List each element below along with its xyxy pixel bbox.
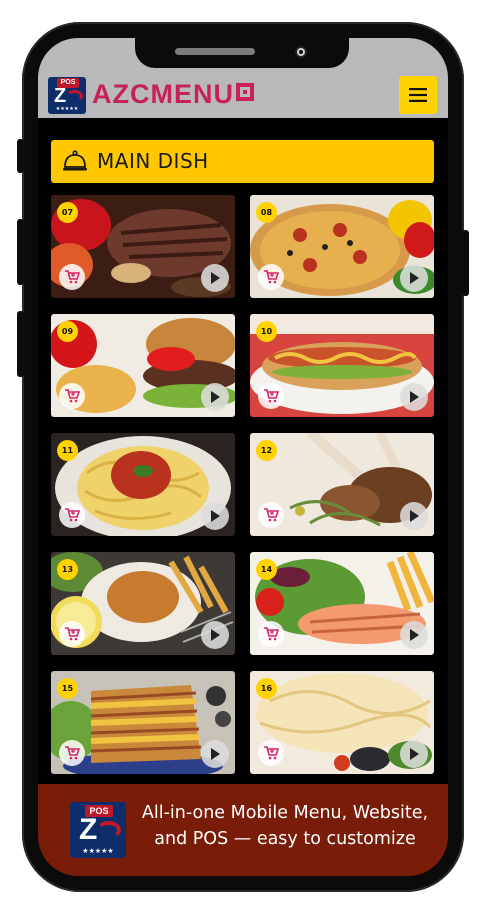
cart-icon xyxy=(263,508,279,522)
play-video-button[interactable] xyxy=(400,383,428,411)
promo-footer[interactable]: POS Z ★★★★★ All-in-one Mobile Menu, Webs… xyxy=(38,784,448,876)
play-icon xyxy=(410,391,419,403)
side-button-volume-up xyxy=(17,219,24,285)
play-icon xyxy=(211,510,220,522)
dish-number: 10 xyxy=(256,321,277,342)
play-icon xyxy=(410,272,419,284)
phone-screen: POS Z ★★★★★ AZCMENU MAIN DISH 07 08 09 1… xyxy=(38,38,448,876)
cart-icon xyxy=(263,389,279,403)
dish-card[interactable]: 13 xyxy=(51,552,235,655)
cart-icon xyxy=(64,270,80,284)
footer-swoosh xyxy=(96,821,121,839)
dish-card[interactable]: 09 xyxy=(51,314,235,417)
cart-icon xyxy=(64,508,80,522)
play-icon xyxy=(410,748,419,760)
dish-card[interactable]: 14 xyxy=(250,552,434,655)
add-to-cart-button[interactable] xyxy=(258,383,284,409)
side-button-power xyxy=(462,230,469,296)
add-to-cart-button[interactable] xyxy=(258,740,284,766)
add-to-cart-button[interactable] xyxy=(258,502,284,528)
dish-card[interactable]: 15 xyxy=(51,671,235,774)
footer-stars: ★★★★★ xyxy=(82,847,114,855)
play-video-button[interactable] xyxy=(400,502,428,530)
play-video-button[interactable] xyxy=(201,502,229,530)
play-video-button[interactable] xyxy=(201,264,229,292)
cart-icon xyxy=(263,270,279,284)
play-icon xyxy=(211,629,220,641)
dish-number: 16 xyxy=(256,678,277,699)
dish-number: 11 xyxy=(57,440,78,461)
footer-pos-logo: POS Z ★★★★★ xyxy=(70,802,126,858)
play-icon xyxy=(211,272,220,284)
camera xyxy=(295,46,307,58)
dish-card[interactable]: 10 xyxy=(250,314,434,417)
side-button-volume-down xyxy=(17,311,24,377)
dish-number: 08 xyxy=(256,202,277,223)
cart-icon xyxy=(64,627,80,641)
promo-line-2: and POS — easy to customize xyxy=(154,829,416,849)
dish-card[interactable]: 16 xyxy=(250,671,434,774)
dish-grid: 07 08 09 10 11 12 13 14 15 16 xyxy=(38,38,448,876)
cart-icon xyxy=(64,746,80,760)
add-to-cart-button[interactable] xyxy=(59,383,85,409)
play-icon xyxy=(211,391,220,403)
dish-card[interactable]: 11 xyxy=(51,433,235,536)
play-video-button[interactable] xyxy=(400,264,428,292)
dish-number: 14 xyxy=(256,559,277,580)
dish-number: 13 xyxy=(57,559,78,580)
dish-number: 09 xyxy=(57,321,78,342)
play-icon xyxy=(410,510,419,522)
dish-card[interactable]: 12 xyxy=(250,433,434,536)
add-to-cart-button[interactable] xyxy=(59,502,85,528)
notch xyxy=(135,38,349,68)
play-video-button[interactable] xyxy=(201,621,229,649)
dish-number: 15 xyxy=(57,678,78,699)
promo-text: All-in-one Mobile Menu, Website, and POS… xyxy=(140,800,430,852)
dish-card[interactable]: 08 xyxy=(250,195,434,298)
add-to-cart-button[interactable] xyxy=(59,740,85,766)
cart-icon xyxy=(263,746,279,760)
add-to-cart-button[interactable] xyxy=(59,264,85,290)
play-video-button[interactable] xyxy=(400,621,428,649)
add-to-cart-button[interactable] xyxy=(59,621,85,647)
speaker xyxy=(175,48,255,55)
play-video-button[interactable] xyxy=(201,383,229,411)
play-icon xyxy=(410,629,419,641)
play-icon xyxy=(211,748,220,760)
cart-icon xyxy=(64,389,80,403)
dish-card[interactable]: 07 xyxy=(51,195,235,298)
play-video-button[interactable] xyxy=(201,740,229,768)
dish-number: 07 xyxy=(57,202,78,223)
add-to-cart-button[interactable] xyxy=(258,621,284,647)
promo-line-1: All-in-one Mobile Menu, Website, xyxy=(141,803,429,823)
dish-number: 12 xyxy=(256,440,277,461)
cart-icon xyxy=(263,627,279,641)
footer-z-glyph: Z xyxy=(79,813,98,846)
side-button-silent xyxy=(17,139,24,173)
add-to-cart-button[interactable] xyxy=(258,264,284,290)
play-video-button[interactable] xyxy=(400,740,428,768)
